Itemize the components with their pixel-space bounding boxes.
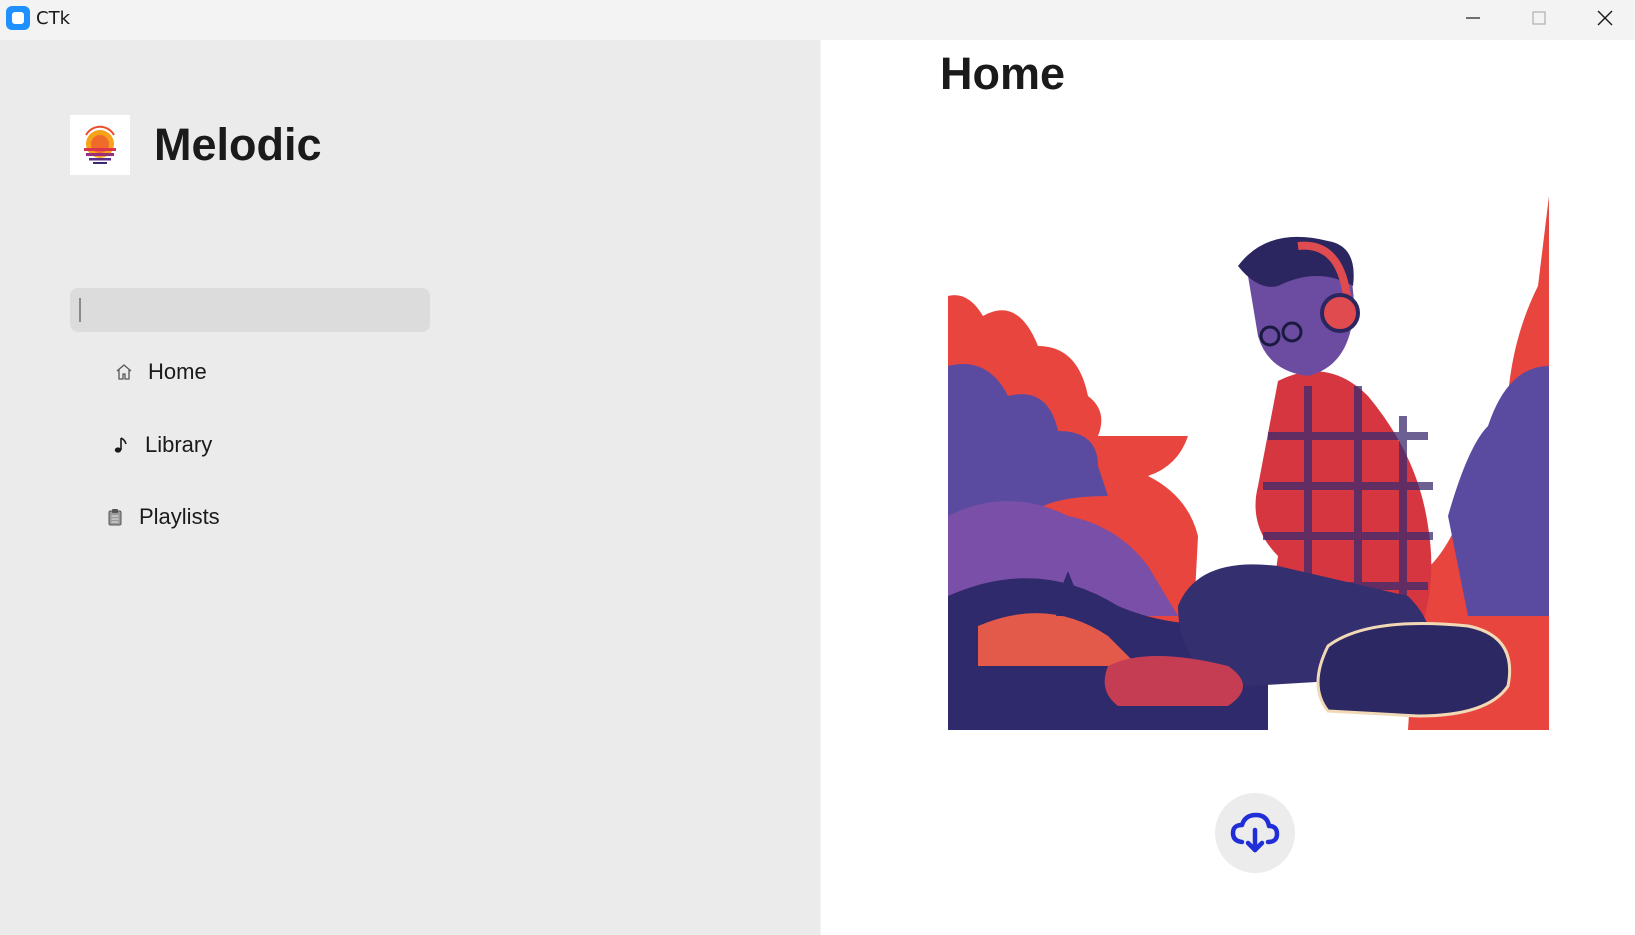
sidebar-item-library[interactable]: Library <box>109 425 212 465</box>
sidebar-item-label: Playlists <box>139 504 220 529</box>
hero-illustration <box>948 196 1549 730</box>
download-button[interactable] <box>1215 793 1295 873</box>
minimize-button[interactable] <box>1440 0 1506 36</box>
main-content: Home <box>821 40 1635 935</box>
window-title: CTk <box>36 8 70 29</box>
maximize-icon <box>1532 11 1546 25</box>
sidebar-item-label: Library <box>145 432 213 457</box>
music-note-icon <box>109 433 133 457</box>
minimize-icon <box>1466 17 1480 19</box>
close-button[interactable] <box>1572 0 1635 36</box>
text-cursor <box>79 298 81 322</box>
search-input[interactable] <box>70 288 430 332</box>
home-icon <box>112 360 136 384</box>
sidebar: Melodic Home Library Playlists <box>0 40 820 935</box>
app-logo <box>70 115 130 175</box>
app-brand: Melodic <box>154 119 322 170</box>
clipboard-icon <box>103 505 127 529</box>
title-bar: CTk <box>0 0 1635 40</box>
sidebar-item-home[interactable]: Home <box>112 352 207 392</box>
cloud-download-icon <box>1230 812 1280 853</box>
close-icon <box>1597 10 1613 26</box>
page-title: Home <box>940 48 1066 99</box>
sidebar-item-playlists[interactable]: Playlists <box>103 497 220 537</box>
sunset-logo-icon <box>84 125 116 164</box>
maximize-button[interactable] <box>1506 0 1572 36</box>
sidebar-item-label: Home <box>148 359 207 384</box>
app-icon <box>6 6 30 30</box>
man-with-headphones-illustration <box>948 196 1549 730</box>
